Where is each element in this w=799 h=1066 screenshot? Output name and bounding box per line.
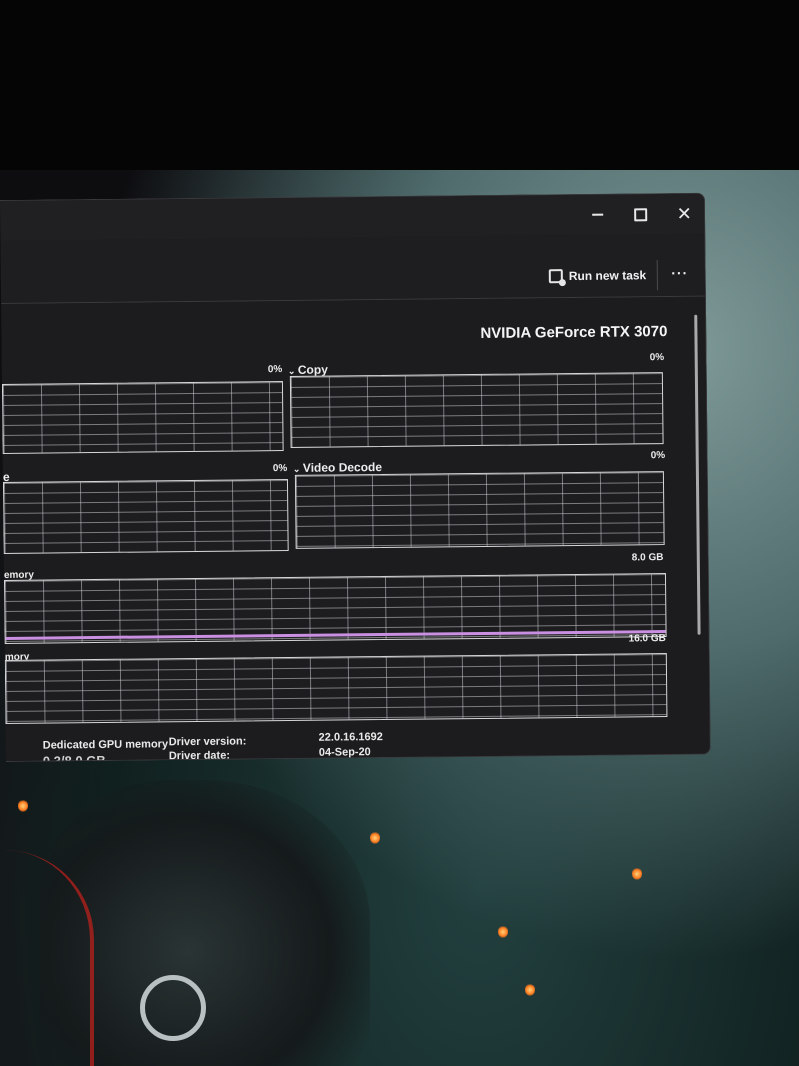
video-decode-graph-percent: 0%	[650, 450, 666, 462]
task-manager-window: ✕ Run new task ··· NVIDIA GeForce RTX 30…	[0, 192, 711, 762]
scrollbar[interactable]	[694, 314, 701, 635]
left-bottom-engine-graph	[2, 479, 289, 554]
ember	[498, 926, 508, 938]
dedicated-memory-graph-max: 8.0 GB	[631, 552, 664, 564]
monitor-bezel	[0, 0, 799, 180]
run-new-task-label: Run new task	[568, 268, 647, 284]
driver-date-value: 04-Sep-20	[318, 746, 371, 759]
ember	[370, 832, 380, 844]
left-top-graph-percent: 0%	[267, 364, 283, 376]
maximize-icon	[633, 207, 647, 221]
ember	[632, 868, 642, 880]
toolbar-divider	[656, 260, 658, 291]
video-decode-engine-graph	[294, 471, 665, 549]
more-options-button[interactable]: ···	[669, 262, 691, 284]
dedicated-memory-usage-line	[5, 630, 666, 640]
minimize-icon	[591, 213, 603, 216]
copy-graph-percent: 0%	[649, 352, 665, 364]
left-bottom-graph-percent: 0%	[272, 463, 288, 475]
driver-version-label: Driver version:	[168, 735, 247, 749]
close-button[interactable]: ✕	[664, 200, 704, 228]
run-new-task-button[interactable]: Run new task	[548, 264, 647, 287]
gpu-performance-panel: NVIDIA GeForce RTX 3070 0% ⌄ Copy 0% e 0…	[1, 296, 710, 762]
left-top-engine-graph	[1, 381, 284, 454]
shared-memory-graph-max: 16.0 GB	[628, 633, 666, 645]
dedicated-gpu-memory-value: 0.3/8.0 GB	[42, 752, 106, 762]
shared-memory-graph	[4, 653, 668, 724]
copy-engine-graph	[289, 372, 664, 448]
gpu-name: NVIDIA GeForce RTX 3070	[480, 323, 668, 342]
toolbar: Run new task ···	[0, 233, 706, 304]
chevron-down-icon: ⌄	[287, 365, 298, 376]
video-decode-engine-selector[interactable]: ⌄ Video Decode	[293, 460, 382, 475]
maximize-button[interactable]	[620, 200, 660, 228]
dedicated-gpu-memory-label: Dedicated GPU memory	[42, 738, 169, 752]
chevron-down-icon: ⌄	[292, 463, 303, 474]
video-decode-graph-label: Video Decode	[302, 460, 383, 475]
driver-version-value: 22.0.16.1692	[318, 731, 383, 744]
dedicated-memory-graph	[3, 573, 667, 644]
ember	[18, 800, 28, 812]
minimize-button[interactable]	[577, 201, 617, 229]
ember	[525, 984, 535, 996]
run-task-icon	[548, 269, 563, 284]
close-icon: ✕	[676, 203, 692, 224]
wallpaper-ring	[140, 975, 206, 1041]
